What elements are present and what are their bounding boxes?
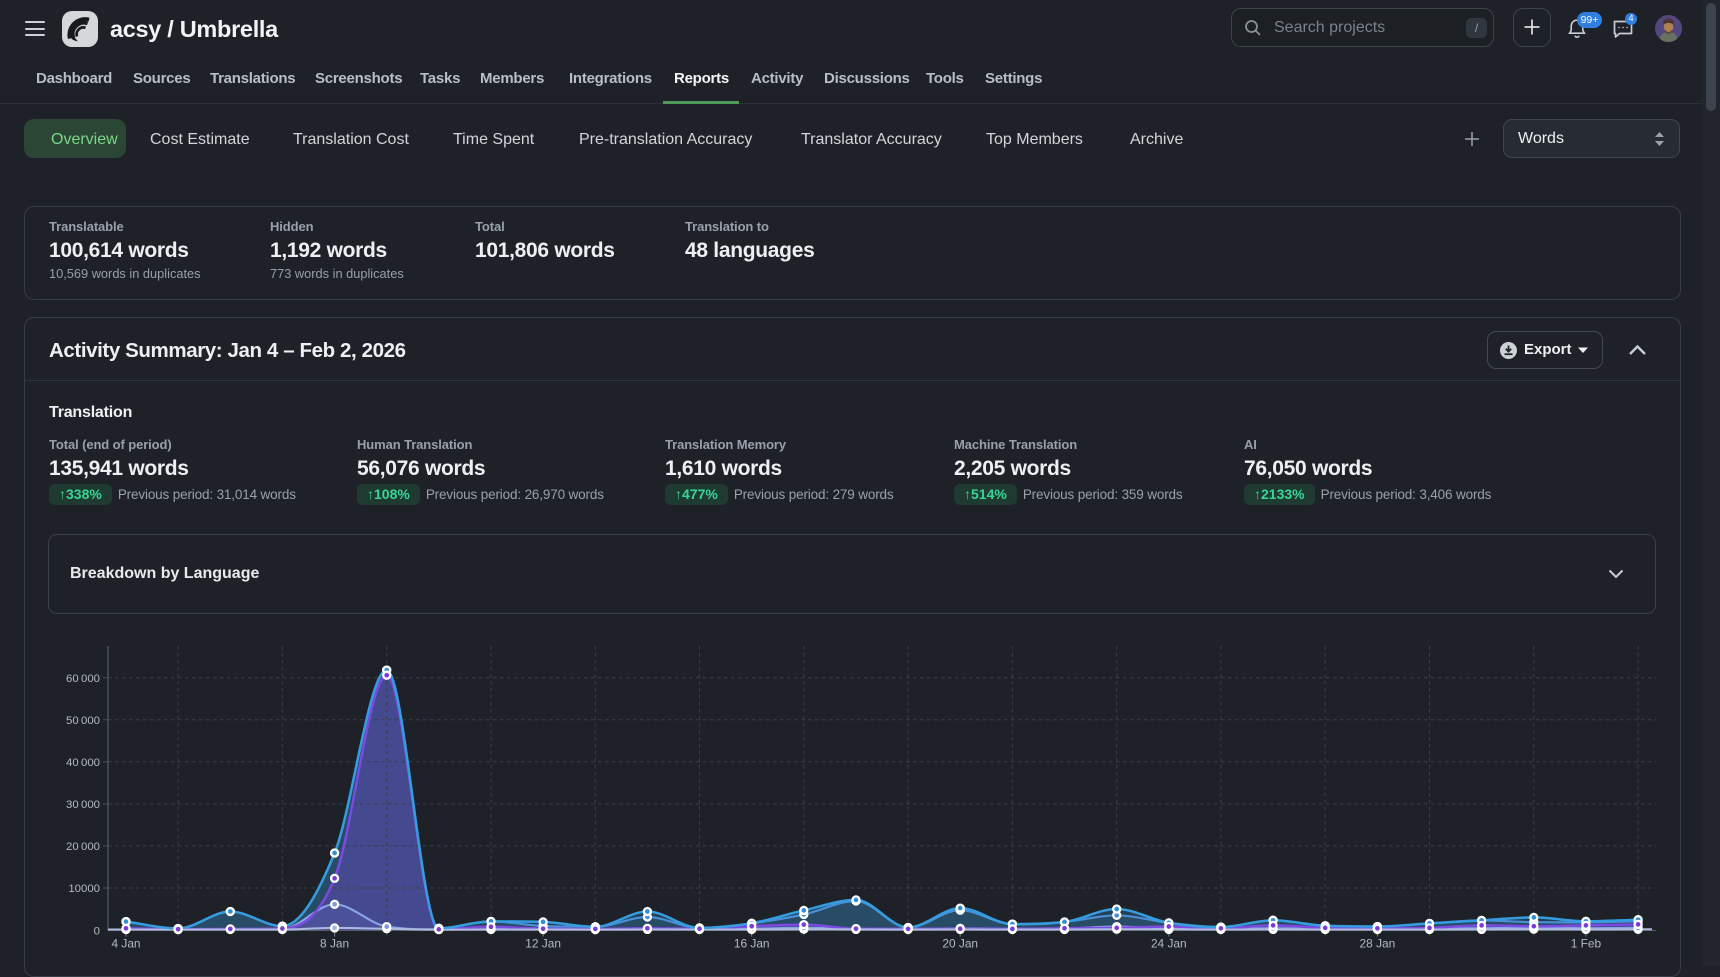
svg-text:10000: 10000 xyxy=(68,883,100,895)
svg-text:12 Jan: 12 Jan xyxy=(525,937,561,951)
svg-text:24 Jan: 24 Jan xyxy=(1151,937,1187,951)
svg-text:16 Jan: 16 Jan xyxy=(734,937,770,951)
svg-text:4 Jan: 4 Jan xyxy=(111,937,140,951)
svg-text:1 Feb: 1 Feb xyxy=(1571,937,1602,951)
svg-text:40 000: 40 000 xyxy=(66,757,100,769)
svg-text:28 Jan: 28 Jan xyxy=(1360,937,1396,951)
svg-text:20 000: 20 000 xyxy=(66,841,100,853)
svg-text:8 Jan: 8 Jan xyxy=(320,937,349,951)
svg-text:30 000: 30 000 xyxy=(66,799,100,811)
svg-text:50 000: 50 000 xyxy=(66,715,100,727)
svg-text:20 Jan: 20 Jan xyxy=(942,937,978,951)
svg-text:60 000: 60 000 xyxy=(66,673,100,685)
svg-text:0: 0 xyxy=(94,925,100,937)
